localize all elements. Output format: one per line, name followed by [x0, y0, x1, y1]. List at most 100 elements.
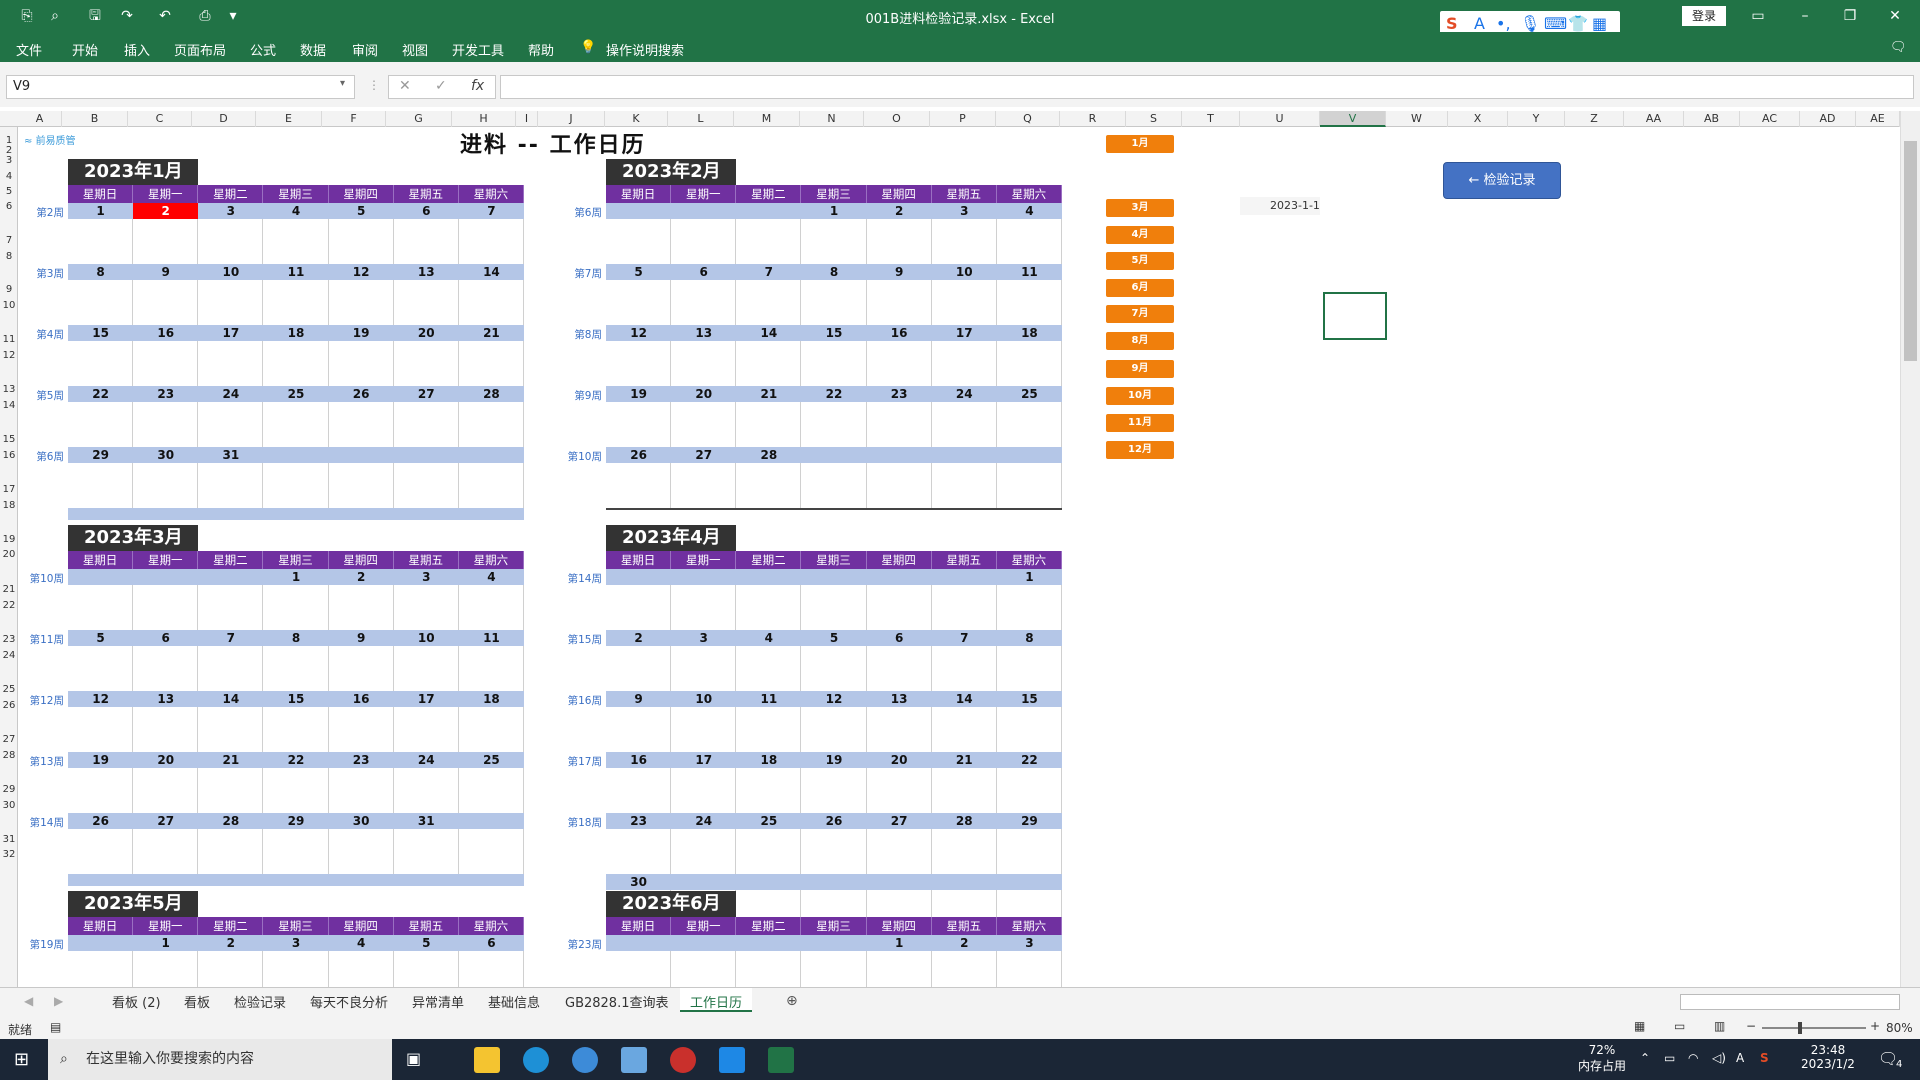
calendar-day-cell[interactable] [606, 951, 672, 987]
vertical-scroll-thumb[interactable] [1904, 141, 1917, 361]
calendar-day-cell[interactable] [459, 951, 524, 987]
calendar-day[interactable]: 20 [867, 752, 932, 768]
calendar-day[interactable]: 27 [394, 386, 459, 402]
menu-home[interactable]: 开始 [72, 40, 98, 59]
calendar-day-cell[interactable] [68, 402, 134, 447]
calendar-day[interactable] [997, 447, 1062, 463]
calendar-day[interactable]: 28 [736, 447, 801, 463]
calendar-day[interactable]: 21 [736, 386, 801, 402]
calendar-day[interactable]: 2 [932, 935, 997, 951]
calendar-day[interactable]: 1 [263, 569, 328, 585]
calendar-day[interactable]: 6 [459, 935, 524, 951]
calendar-day-cell[interactable] [394, 219, 459, 264]
calendar-day-cell[interactable] [932, 646, 997, 691]
column-header[interactable]: AD [1800, 111, 1856, 127]
calendar-day-cell[interactable] [263, 219, 329, 264]
calendar-day-cell[interactable] [133, 707, 199, 752]
calendar-day[interactable]: 7 [932, 630, 997, 646]
calendar-day-cell[interactable] [133, 402, 199, 447]
calendar-day-cell[interactable] [997, 402, 1062, 447]
calendar-day[interactable]: 7 [736, 264, 801, 280]
calendar-day-cell[interactable] [932, 402, 997, 447]
row-header[interactable]: 24 [0, 650, 18, 661]
calendar-day[interactable]: 19 [68, 752, 133, 768]
calendar-day-cell[interactable] [801, 463, 867, 508]
calendar-day[interactable] [736, 203, 801, 219]
menu-review[interactable]: 审阅 [352, 40, 378, 59]
calendar-day[interactable] [932, 447, 997, 463]
calendar-day-cell[interactable] [68, 829, 134, 874]
calendar-day-cell[interactable] [329, 768, 394, 813]
calendar-day[interactable]: 11 [263, 264, 328, 280]
calendar-day-cell[interactable] [801, 280, 867, 325]
calendar-day[interactable] [671, 874, 736, 890]
calendar-day-cell[interactable] [932, 341, 997, 386]
calendar-day[interactable] [867, 569, 932, 585]
menu-data[interactable]: 数据 [300, 40, 326, 59]
fx-icon[interactable]: fx [471, 78, 484, 94]
calendar-day-cell[interactable] [459, 219, 524, 264]
calendar-day-cell[interactable] [263, 585, 329, 630]
month-nav-button[interactable]: 3月 [1106, 199, 1174, 217]
column-header[interactable]: Q [996, 111, 1060, 127]
month-nav-button[interactable]: 4月 [1106, 226, 1174, 244]
calendar-day-cell[interactable] [198, 768, 264, 813]
column-header[interactable]: E [256, 111, 322, 127]
calendar-day-cell[interactable] [736, 951, 802, 987]
month-nav-button[interactable]: 1月 [1106, 135, 1174, 153]
column-header[interactable]: G [386, 111, 452, 127]
calendar-day-cell[interactable] [459, 402, 524, 447]
comments-icon[interactable]: 🗨 [1890, 40, 1907, 55]
row-header[interactable]: 5 [0, 186, 18, 197]
calendar-day-cell[interactable] [329, 280, 394, 325]
calendar-day[interactable]: 12 [68, 691, 133, 707]
calendar-day-cell[interactable] [867, 341, 932, 386]
calendar-day[interactable]: 25 [263, 386, 328, 402]
calendar-day[interactable]: 21 [198, 752, 263, 768]
calendar-day-cell[interactable] [606, 768, 672, 813]
calendar-day-cell[interactable] [198, 341, 264, 386]
windows-start-icon[interactable]: ⊞ [14, 1049, 29, 1070]
calendar-day-cell[interactable] [198, 280, 264, 325]
calendar-day-cell[interactable] [606, 646, 672, 691]
column-header[interactable]: K [605, 111, 668, 127]
zoom-out-icon[interactable]: − [1746, 1019, 1756, 1033]
calendar-day-cell[interactable] [801, 707, 867, 752]
calendar-day-cell[interactable] [801, 219, 867, 264]
calendar-day-cell[interactable] [68, 646, 134, 691]
sogou-icon[interactable]: S [1446, 14, 1458, 34]
page-layout-view-icon[interactable]: ▭ [1674, 1019, 1685, 1033]
calendar-day-cell[interactable] [736, 829, 802, 874]
calendar-day[interactable]: 27 [133, 813, 198, 829]
calendar-day-cell[interactable] [394, 402, 459, 447]
calendar-day[interactable] [671, 203, 736, 219]
calendar-day-cell[interactable] [606, 463, 672, 508]
calendar-day-cell[interactable] [801, 951, 867, 987]
row-header[interactable]: 21 [0, 584, 18, 595]
row-header[interactable]: 7 [0, 235, 18, 246]
minimize-icon[interactable]: – [1791, 6, 1819, 26]
calendar-day-cell[interactable] [263, 829, 329, 874]
calendar-day[interactable] [459, 813, 524, 829]
row-header[interactable]: 10 [0, 300, 18, 311]
row-header[interactable]: 30 [0, 800, 18, 811]
calendar-day-cell[interactable] [932, 829, 997, 874]
calendar-day[interactable] [801, 874, 866, 890]
clock[interactable]: 23:48 2023/1/2 [1792, 1043, 1864, 1071]
row-header[interactable]: 3 [0, 155, 18, 166]
column-header[interactable]: V [1320, 111, 1386, 127]
calendar-day[interactable]: 8 [997, 630, 1062, 646]
calendar-day[interactable]: 26 [68, 813, 133, 829]
excel-taskbar-icon[interactable] [768, 1047, 794, 1073]
calendar-day-cell[interactable] [394, 280, 459, 325]
calendar-day-cell[interactable] [671, 280, 737, 325]
calendar-day-cell[interactable] [736, 280, 802, 325]
calendar-day-cell[interactable] [459, 585, 524, 630]
calendar-day[interactable]: 1 [133, 935, 198, 951]
calendar-day-cell[interactable] [263, 768, 329, 813]
calendar-day-cell[interactable] [867, 280, 932, 325]
row-header[interactable]: 12 [0, 350, 18, 361]
column-header[interactable]: L [668, 111, 734, 127]
calendar-day[interactable] [671, 569, 736, 585]
calendar-day[interactable] [997, 874, 1062, 890]
